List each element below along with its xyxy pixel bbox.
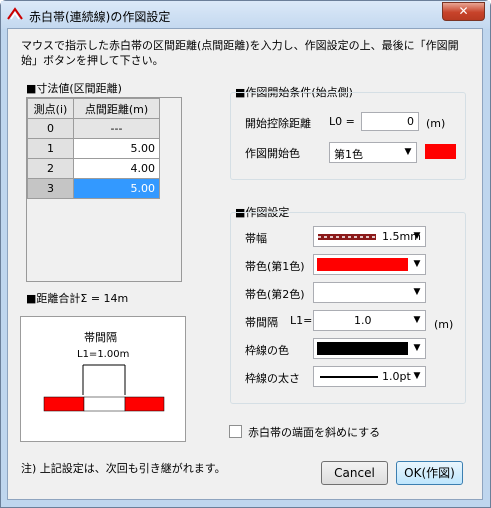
offset-unit: (m) <box>426 117 446 130</box>
chevron-down-icon: ▼ <box>413 259 421 269</box>
cancel-button[interactable]: Cancel <box>321 461 388 485</box>
row-index: 3 <box>27 178 74 199</box>
window-title: 赤白帯(連続線)の作図設定 <box>29 10 171 24</box>
preview-pane: 帯間隔 L1=1.00m <box>20 316 186 442</box>
table-row: 2 4.00 <box>27 158 160 179</box>
band-interval-combo[interactable]: 1.0 ▼ <box>313 310 426 331</box>
line-weight-icon <box>320 376 378 378</box>
start-color-value: 第1色 <box>334 148 363 161</box>
band-color1-swatch <box>317 258 408 271</box>
ok-draw-button[interactable]: OK(作図) <box>396 461 463 485</box>
preview-band-diagram <box>43 364 165 412</box>
chevron-down-icon: ▼ <box>404 147 412 157</box>
chevron-down-icon: ▼ <box>413 287 421 297</box>
border-color-swatch <box>317 342 408 355</box>
distance-cell[interactable]: 4.00 <box>73 158 160 179</box>
chevron-down-icon: ▼ <box>413 231 421 241</box>
app-icon <box>7 7 23 20</box>
band-color1-label: 帯色(第1色) <box>245 260 305 273</box>
distance-cell-selected[interactable]: 5.00 <box>73 178 160 199</box>
title-bar[interactable]: 赤白帯(連続線)の作図設定 ✕ <box>1 1 490 29</box>
band-color1-select[interactable]: ▼ <box>313 254 426 275</box>
dimensions-grid: 測点(i) 点間距離(m) 0 --- 1 5.00 2 4.00 3 5.00 <box>26 97 182 282</box>
band-width-label: 帯幅 <box>245 232 267 245</box>
total-distance-label: ■距離合計Σ = 14m <box>26 292 129 305</box>
row-index: 2 <box>27 158 74 179</box>
offset-input[interactable]: 0 <box>361 112 419 131</box>
band-color2-select[interactable]: ▼ <box>313 282 426 303</box>
close-button[interactable]: ✕ <box>442 2 485 21</box>
offset-symbol: L0 = <box>329 115 355 128</box>
chevron-down-icon: ▼ <box>413 343 421 353</box>
border-width-value: 1.0pt <box>382 370 411 383</box>
column-header-distance[interactable]: 点間距離(m) <box>73 98 160 119</box>
border-width-select[interactable]: 1.0pt ▼ <box>313 366 426 387</box>
start-color-swatch <box>425 144 456 159</box>
distance-cell[interactable]: 5.00 <box>73 138 160 159</box>
band-interval-unit: (m) <box>434 318 454 331</box>
row-index: 1 <box>27 138 74 159</box>
slant-checkbox[interactable] <box>229 425 242 438</box>
dashed-band-icon <box>318 234 376 240</box>
note-text: 注) 上記設定は、次回も引き継がれます。 <box>21 462 226 475</box>
border-color-label: 枠線の色 <box>245 344 289 357</box>
band-interval-symbol: L1= <box>290 314 313 327</box>
chevron-down-icon: ▼ <box>413 315 421 325</box>
distance-cell: --- <box>73 118 160 139</box>
dimensions-label: ■寸法値(区間距離) <box>26 82 122 95</box>
row-index: 0 <box>27 118 74 139</box>
border-width-label: 枠線の太さ <box>245 372 300 385</box>
band-color2-swatch <box>317 286 408 299</box>
column-header-index[interactable]: 測点(i) <box>27 98 74 119</box>
table-row: 0 --- <box>27 118 160 139</box>
band-width-select[interactable]: 1.5mm ▼ <box>313 226 426 247</box>
start-conditions-group <box>230 92 466 180</box>
band-color2-label: 帯色(第2色) <box>245 288 305 301</box>
chevron-down-icon: ▼ <box>413 371 421 381</box>
table-row: 3 5.00 <box>27 178 160 199</box>
offset-label: 開始控除距離 <box>245 117 311 130</box>
start-color-select[interactable]: 第1色 ▼ <box>329 142 417 163</box>
band-interval-value: 1.0 <box>354 314 372 327</box>
border-color-select[interactable]: ▼ <box>313 338 426 359</box>
band-interval-label: 帯間隔 <box>245 316 278 329</box>
table-row: 1 5.00 <box>27 138 160 159</box>
instructions-text: マウスで指示した赤白帯の区間距離(点間距離)を入力し、作図設定の上、最後に「作図… <box>21 39 459 67</box>
start-color-label: 作図開始色 <box>245 147 300 160</box>
slant-checkbox-label[interactable]: 赤白帯の端面を斜めにする <box>248 424 380 440</box>
